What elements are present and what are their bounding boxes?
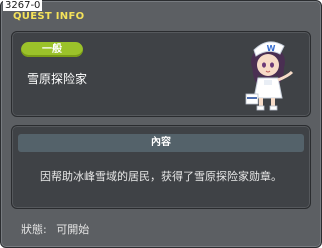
npc-portrait-icon: W: [245, 41, 294, 111]
window-title: QUEST INFO: [13, 11, 85, 22]
quest-content-panel: 內容 因帮助冰峰雪域的居民，获得了雪原探险家勋章。: [11, 125, 311, 209]
quest-category-badge: 一般: [21, 42, 83, 57]
content-header: 內容: [18, 134, 304, 152]
quest-name: 雪原探险家: [27, 72, 88, 86]
quest-info-window: QUEST INFO 一般 雪原探险家 W 內容 因帮助冰峰雪域的居民，获得了雪…: [0, 0, 322, 248]
svg-text:W: W: [267, 44, 276, 53]
quest-status: 狀態: 可開始: [21, 221, 95, 237]
status-value: 可開始: [56, 223, 90, 236]
quest-summary-panel: 一般 雪原探险家 W: [11, 31, 311, 117]
id-label: 3267-0: [3, 0, 43, 11]
quest-description: 因帮助冰峰雪域的居民，获得了雪原探险家勋章。: [40, 170, 282, 183]
status-label: 狀態:: [21, 223, 47, 236]
